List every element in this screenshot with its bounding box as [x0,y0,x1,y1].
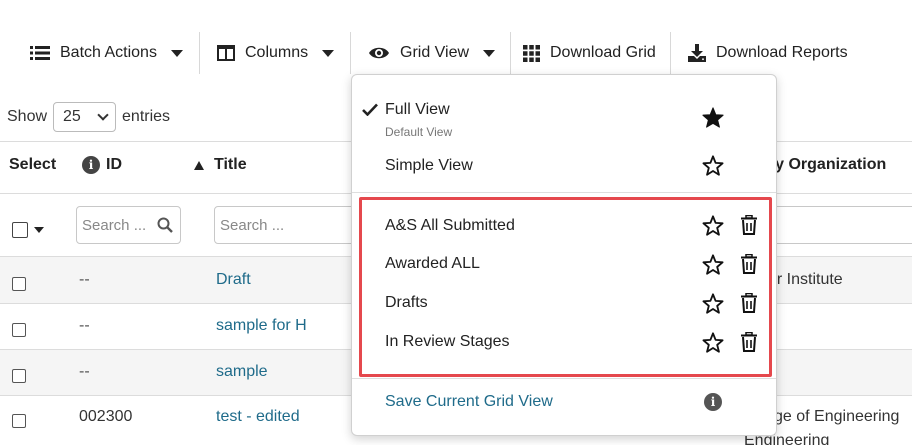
menu-divider [352,378,776,379]
row-title-link[interactable]: Draft [216,271,251,289]
grid-view-dropdown: Full View Default View Simple View A&S A… [351,74,777,436]
search-icon [157,217,173,233]
select-all-checkbox[interactable] [12,222,28,238]
chevron-down-icon [322,49,335,57]
row-id: 002300 [79,408,133,425]
batch-actions-label: Batch Actions [60,44,157,61]
row-checkbox[interactable] [12,323,26,337]
row-id: -- [79,271,90,288]
download-grid-button[interactable]: Download Grid [523,28,656,78]
star-filled-icon[interactable] [702,107,724,128]
default-view-caption: Default View [385,125,453,139]
chevron-down-icon [170,49,183,57]
grid-view-label: Grid View [400,44,470,61]
divider [670,32,671,74]
page-size-control: Show 25 entries [7,102,170,132]
row-title-link[interactable]: sample for H [216,317,307,335]
download-reports-button[interactable]: Download Reports [688,28,848,78]
download-icon [688,44,706,62]
eye-icon [369,47,389,59]
select-all-control[interactable] [12,222,44,238]
menu-item-full-view[interactable]: Full View [385,101,450,119]
columns-label: Columns [245,44,309,61]
columns-button[interactable]: Columns [217,28,335,78]
show-label: Show [7,108,48,125]
download-grid-label: Download Grid [550,44,656,61]
divider [199,32,200,74]
header-select: Select [9,156,56,174]
chevron-down-icon [483,49,496,57]
header-id-label: ID [106,156,122,173]
info-icon[interactable]: i [704,393,722,411]
id-search-input[interactable]: Search ... [76,206,181,244]
star-outline-icon[interactable] [702,155,724,176]
menu-divider [352,192,776,193]
header-primary-organization[interactable]: ary Organization [760,156,886,174]
divider [350,32,351,74]
columns-icon [217,45,235,61]
id-search-placeholder: Search ... [82,216,147,234]
entries-label: entries [122,108,171,125]
save-current-grid-view-link[interactable]: Save Current Grid View [385,393,553,411]
saved-views-highlight [359,197,772,377]
row-title-link[interactable]: test - edited [216,408,300,426]
download-reports-label: Download Reports [716,44,848,61]
batch-actions-button[interactable]: Batch Actions [30,28,183,78]
info-icon[interactable]: i [82,156,100,174]
sort-ascending-icon [194,160,204,170]
header-id[interactable]: i ID [82,156,122,174]
header-primary-org-label: ary Organization [760,156,887,173]
caret-down-icon[interactable] [34,227,44,233]
row-checkbox[interactable] [12,277,26,291]
toolbar: Batch Actions Columns Grid View Download… [0,28,912,78]
menu-item-simple-view[interactable]: Simple View [385,157,473,175]
row-id: -- [79,317,90,334]
header-select-label: Select [9,156,57,173]
header-title-label: Title [214,156,247,173]
divider [510,32,511,74]
page-size-value: 25 [63,108,81,125]
page-size-select[interactable]: 25 [53,102,117,132]
row-id: -- [79,363,90,380]
grid-icon [523,44,540,62]
row-checkbox[interactable] [12,369,26,383]
row-title-link[interactable]: sample [216,363,268,381]
row-checkbox[interactable] [12,414,26,428]
title-search-input[interactable]: Search ... [214,206,364,244]
header-title[interactable]: Title [194,156,247,174]
grid-view-button[interactable]: Grid View [368,28,496,78]
chevron-down-icon [97,109,109,121]
title-search-placeholder: Search ... [220,216,285,234]
check-icon [362,103,378,116]
list-icon [30,46,50,60]
row-organization: llege of Engineering [758,408,900,425]
